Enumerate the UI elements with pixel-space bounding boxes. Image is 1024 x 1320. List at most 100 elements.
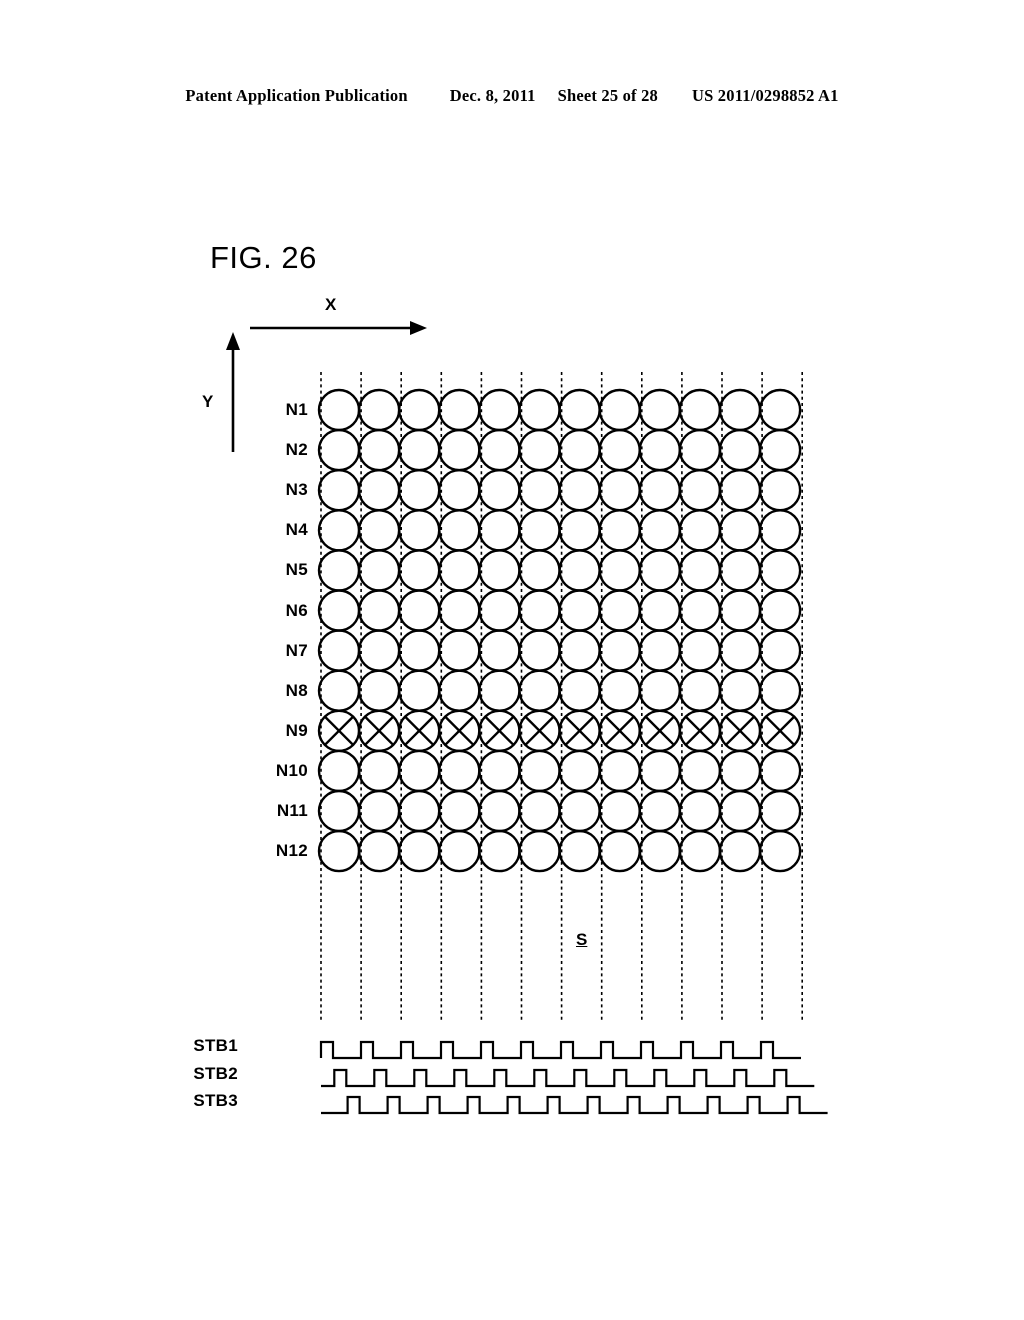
nozzle-circle-r8-c4 [438, 669, 481, 712]
nozzle-circle-r4-c8 [598, 509, 641, 552]
nozzle-circle-r6-c4 [438, 589, 481, 632]
nozzle-circle-r6-c1 [317, 589, 361, 632]
nozzle-circle-r8-c10 [678, 669, 722, 712]
nozzle-circle-r11-c9 [638, 789, 681, 833]
nozzle-circle-r8-c3 [398, 669, 441, 712]
nozzle-circle-r1-c1 [317, 388, 361, 432]
nozzle-circle-r4-c6 [518, 509, 561, 552]
nozzle-circle-r5-c3 [398, 549, 441, 592]
nozzle-circle-r12-c6 [518, 829, 561, 873]
nozzle-circle-r3-c5 [478, 469, 521, 512]
nozzle-circle-r3-c2 [357, 469, 401, 512]
nozzle-circle-r8-c2 [357, 669, 401, 712]
nozzle-circle-r7-c7 [558, 629, 601, 672]
nozzle-circle-r6-c9 [638, 589, 681, 632]
nozzle-circle-r10-c5 [478, 749, 521, 793]
nozzle-circle-r12-c12 [758, 829, 802, 873]
nozzle-circle-r10-c12 [758, 749, 802, 793]
nozzle-circle-r12-c10 [678, 829, 722, 873]
nozzle-circle-r6-c7 [558, 589, 601, 632]
nozzle-circle-r11-c3 [398, 789, 441, 833]
nozzle-circle-r7-c1 [317, 629, 361, 672]
nozzle-circle-r12-c2 [357, 829, 401, 873]
nozzle-circle-r5-c9 [638, 549, 681, 592]
nozzle-circle-r12-c1 [317, 829, 361, 873]
nozzle-circle-r11-c10 [678, 789, 722, 833]
nozzle-circle-r2-c10 [678, 428, 722, 472]
nozzle-circle-r8-c11 [718, 669, 762, 712]
nozzle-circle-r3-c9 [638, 469, 681, 512]
nozzle-circle-r12-c4 [438, 829, 481, 873]
nozzle-circle-r8-c8 [598, 669, 641, 712]
nozzle-circle-r6-c12 [758, 589, 802, 632]
nozzle-circle-r1-c12 [758, 388, 802, 432]
nozzle-circle-r10-c7 [558, 749, 601, 793]
nozzle-circle-r7-c10 [678, 629, 722, 672]
waveform-stb2 [321, 1068, 815, 1088]
nozzle-circle-r1-c10 [678, 388, 722, 432]
nozzle-circle-r2-c7 [558, 428, 601, 472]
nozzle-circle-r6-c6 [518, 589, 561, 632]
nozzle-circle-r8-c5 [478, 669, 521, 712]
nozzle-circle-r6-c11 [718, 589, 762, 632]
nozzle-circle-r11-c6 [518, 789, 561, 833]
nozzle-circle-r10-c1 [317, 749, 361, 793]
nozzle-circle-r4-c1 [317, 509, 361, 552]
nozzle-circle-r8-c6 [518, 669, 561, 712]
nozzle-circle-r10-c3 [398, 749, 441, 793]
nozzle-circle-r1-c5 [478, 388, 521, 432]
nozzle-circle-r3-c12 [758, 469, 802, 512]
nozzle-circle-r5-c5 [478, 549, 521, 592]
nozzle-circle-r10-c11 [718, 749, 762, 793]
nozzle-circle-r4-c4 [438, 509, 481, 552]
nozzle-circle-r11-c12 [758, 789, 802, 833]
nozzle-circle-r7-c11 [718, 629, 762, 672]
nozzle-circle-r4-c10 [678, 509, 722, 552]
nozzle-circle-r2-c5 [478, 428, 521, 472]
nozzle-circle-r2-c9 [638, 428, 681, 472]
nozzle-circle-r5-c12 [758, 549, 802, 592]
nozzle-circle-r2-c8 [598, 428, 641, 472]
nozzle-circle-r8-c7 [558, 669, 601, 712]
nozzle-circle-r3-c11 [718, 469, 762, 512]
nozzle-circle-r7-c3 [398, 629, 441, 672]
nozzle-circle-r3-c8 [598, 469, 641, 512]
nozzle-circle-r7-c2 [357, 629, 401, 672]
nozzle-circle-r7-c12 [758, 629, 802, 672]
nozzle-circle-r10-c6 [518, 749, 561, 793]
axis-x-arrow [250, 321, 427, 335]
nozzle-circle-r1-c8 [598, 388, 641, 432]
nozzle-circle-r2-c12 [758, 428, 802, 472]
nozzle-circle-r4-c5 [478, 509, 521, 552]
nozzle-circle-r5-c4 [438, 549, 481, 592]
nozzle-circle-r1-c2 [357, 388, 401, 432]
nozzle-circle-r3-c1 [317, 469, 361, 512]
nozzle-circle-r3-c6 [518, 469, 561, 512]
nozzle-circle-r6-c10 [678, 589, 722, 632]
nozzle-circle-r2-c11 [718, 428, 762, 472]
circle-matrix [317, 388, 802, 873]
waveform-stb3 [321, 1095, 828, 1115]
nozzle-circle-r12-c7 [558, 829, 601, 873]
strobe-waveform-group [319, 1040, 828, 1115]
nozzle-circle-r4-c9 [638, 509, 681, 552]
nozzle-circle-r12-c11 [718, 829, 762, 873]
nozzle-circle-r7-c9 [638, 629, 681, 672]
nozzle-circle-r4-c11 [718, 509, 762, 552]
nozzle-circle-r3-c4 [438, 469, 481, 512]
nozzle-circle-r2-c3 [398, 428, 441, 472]
nozzle-circle-r10-c2 [357, 749, 401, 793]
nozzle-circle-r1-c6 [518, 388, 561, 432]
waveform-stb1 [319, 1040, 801, 1060]
nozzle-circle-r3-c10 [678, 469, 722, 512]
nozzle-circle-r5-c2 [357, 549, 401, 592]
nozzle-circle-r6-c3 [398, 589, 441, 632]
nozzle-circle-r6-c8 [598, 589, 641, 632]
nozzle-circle-r11-c7 [558, 789, 601, 833]
nozzle-circle-r12-c5 [478, 829, 521, 873]
nozzle-circle-r6-c2 [357, 589, 401, 632]
nozzle-circle-r8-c12 [758, 669, 802, 712]
nozzle-circle-r7-c4 [438, 629, 481, 672]
nozzle-circle-r11-c4 [438, 789, 481, 833]
nozzle-circle-r11-c2 [357, 789, 401, 833]
